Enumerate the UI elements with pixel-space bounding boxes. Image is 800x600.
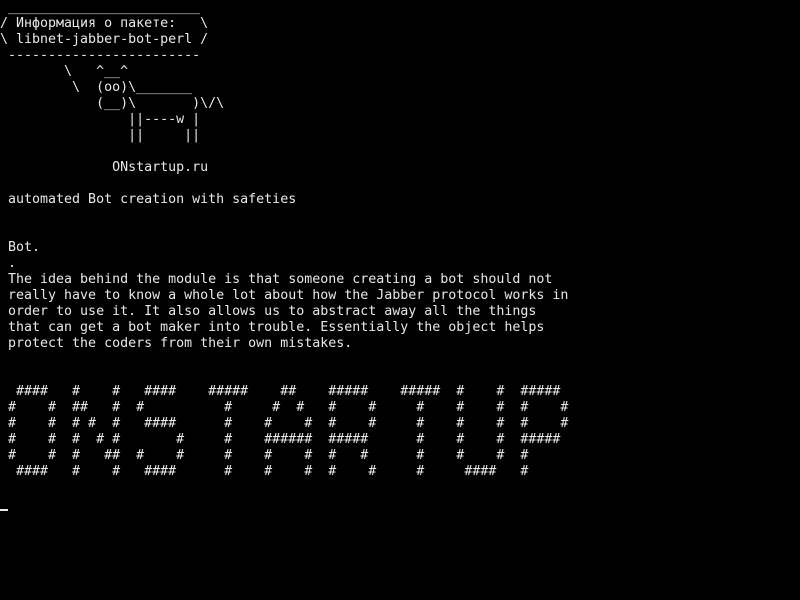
description-line-7: protect the coders from their own mistak… (0, 336, 353, 351)
banner-row-3: # # # # # #### # # # # # # # # # # (0, 416, 569, 431)
text-cursor (0, 509, 8, 511)
package-summary: automated Bot creation with safeties (0, 192, 297, 207)
cow-art-line-4: ||----w | (0, 112, 201, 127)
banner-row-1: #### # # #### ##### ## ##### ##### # # #… (0, 384, 561, 399)
cowsay-bubble-line-1: / Информация о пакете: \ (0, 16, 209, 31)
banner-row-6: #### # # #### # # # # # # #### # (0, 464, 529, 479)
cowsay-bubble-bottom: ------------------------ (0, 48, 201, 63)
cow-art-line-2: \ (oo)\_______ (0, 80, 193, 95)
cowsay-bubble-top: ________________________ (0, 0, 201, 15)
banner-row-4: # # # # # # # ###### ##### # # # ##### (0, 432, 561, 447)
banner-row-2: # # ## # # # # # # # # # # # # (0, 400, 569, 415)
cow-art-line-5: || || (0, 128, 201, 143)
description-line-1: Bot. (0, 240, 41, 255)
description-line-6: that can get a bot maker into trouble. E… (0, 320, 545, 335)
cow-art-line-3: (__)\ )\/\ (0, 96, 225, 111)
cow-art-line-1: \ ^__^ (0, 64, 129, 79)
description-line-4: really have to know a whole lot about ho… (0, 288, 569, 303)
description-line-5: order to use it. It also allows us to ab… (0, 304, 537, 319)
description-line-3: The idea behind the module is that someo… (0, 272, 553, 287)
site-name: ONstartup.ru (0, 160, 209, 175)
banner-row-5: # # # ## # # # # # # # # # # # (0, 448, 529, 463)
description-line-2: . (0, 256, 17, 271)
cowsay-bubble-line-2: \ libnet-jabber-bot-perl / (0, 32, 209, 47)
terminal-screen[interactable]: ________________________ / Информация о … (0, 0, 800, 600)
